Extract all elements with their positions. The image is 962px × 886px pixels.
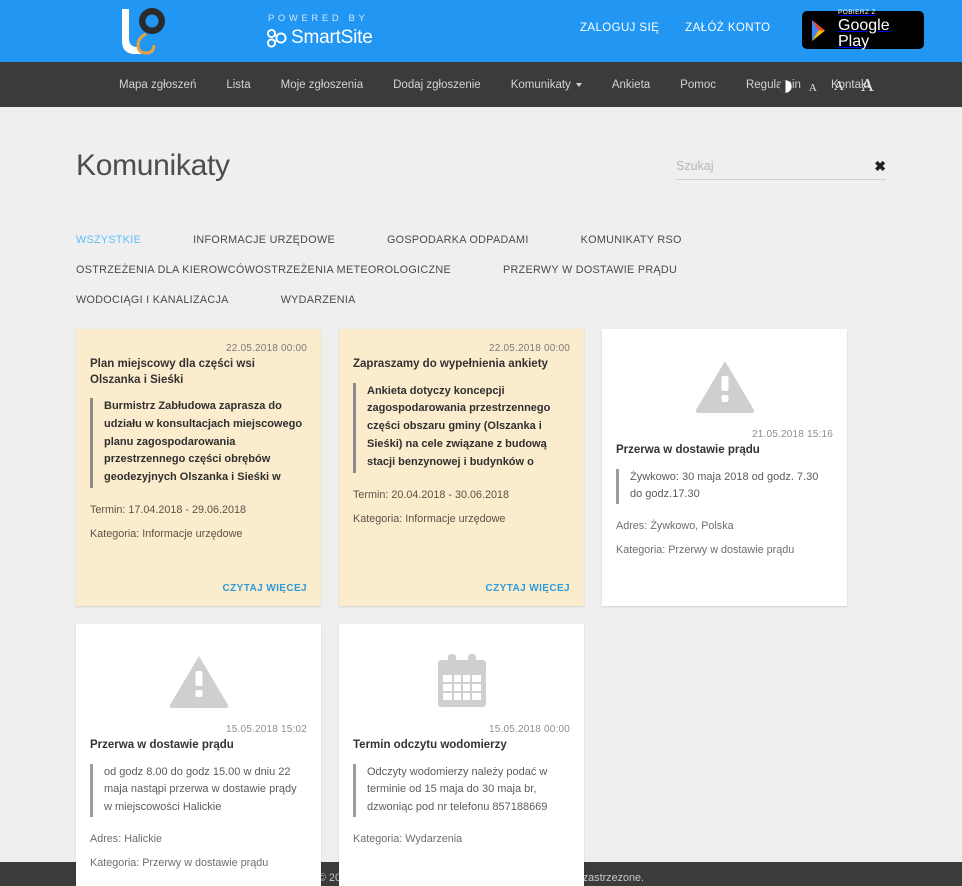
nav-add-report[interactable]: Dodaj zgłoszenie	[378, 79, 496, 91]
powered-by-label: POWERED BY	[268, 13, 369, 24]
filter-tab-ostrzezenia-meteorologiczne[interactable]: OSTRZEŻENIA METEOROLOGICZNE	[255, 255, 451, 285]
font-size-large-button[interactable]: A	[861, 76, 874, 94]
warning-icon	[695, 361, 754, 413]
brand-area[interactable]: POWERED BY SmartSite	[112, 5, 373, 57]
search-input[interactable]	[676, 159, 869, 173]
filter-tab-informacje-urzedowe[interactable]: INFORMACJE URZĘDOWE	[193, 225, 335, 255]
card-category: Kategoria: Informacje urzędowe	[353, 512, 506, 525]
nav-map[interactable]: Mapa zgłoszeń	[104, 79, 211, 91]
card-icon-wrap	[353, 638, 570, 724]
warning-icon	[169, 656, 228, 708]
card-category: Kategoria: Informacje urzędowe	[90, 528, 243, 541]
register-link[interactable]: ZAŁÓŻ KONTO	[685, 22, 770, 34]
nav-list[interactable]: Lista	[211, 79, 265, 91]
card-icon-wrap	[616, 343, 833, 429]
card-excerpt: Odczyty wodomierzy należy podać w termin…	[353, 763, 570, 817]
nav-survey-label: Ankieta	[611, 78, 651, 91]
card-title: Plan miejscowy dla części wsi Olszanka i…	[90, 358, 255, 386]
card-date: 22.05.2018 00:00	[488, 343, 570, 354]
font-size-medium-button[interactable]: A	[834, 79, 844, 94]
card-excerpt: Żywkowo: 30 maja 2018 od godz. 7.30 do g…	[616, 468, 833, 505]
smartsite-icon	[266, 28, 287, 48]
card-address: Adres: Halickie	[90, 832, 163, 845]
card-category: Kategoria: Przerwy w dostawie prądu	[90, 857, 269, 870]
card-term: Termin: 17.04.2018 - 29.06.2018	[90, 504, 247, 517]
card-date: 22.05.2018 00:00	[225, 343, 307, 354]
card-address: Adres: Żywkowo, Polska	[616, 520, 734, 533]
content-container: Komunikaty ✖ WSZYSTKIE INFORMACJE URZĘDO…	[76, 107, 886, 886]
read-more-link[interactable]: CZYTAJ WIĘCEJ	[353, 583, 570, 594]
card-excerpt: od godz 8.00 do godz 15.00 w dniu 22 maj…	[90, 763, 307, 817]
clear-search-button[interactable]: ✖	[868, 159, 886, 173]
chevron-down-icon	[575, 82, 582, 87]
card-category: Kategoria: Przerwy w dostawie prądu	[616, 544, 795, 557]
nav-map-label: Mapa zgłoszeń	[119, 78, 197, 91]
nav-my-reports[interactable]: Moje zgłoszenia	[266, 79, 378, 91]
search-bar: ✖	[676, 159, 886, 180]
card-date: 15.05.2018 15:02	[225, 724, 307, 735]
contrast-icon[interactable]	[779, 79, 792, 93]
announcement-card[interactable]: 15.05.2018 00:00 Termin odczytu wodomier…	[339, 624, 584, 886]
google-play-badge[interactable]: POBIERZ Z Google Play	[802, 9, 924, 50]
category-filter-tabs: WSZYSTKIE INFORMACJE URZĘDOWE GOSPODARKA…	[76, 225, 886, 315]
card-icon-wrap	[90, 638, 307, 724]
read-more-link[interactable]: CZYTAJ WIĘCEJ	[90, 583, 307, 594]
announcement-card[interactable]: 22.05.2018 00:00 Plan miejscowy dla częś…	[76, 329, 321, 606]
card-excerpt: Burmistrz Zabłudowa zaprasza do udziału …	[90, 398, 307, 489]
announcement-card[interactable]: 21.05.2018 15:16 Przerwa w dostawie prąd…	[602, 329, 847, 606]
nav-my-reports-label: Moje zgłoszenia	[280, 78, 364, 91]
nav-announcements[interactable]: Komunikaty	[496, 79, 597, 91]
nav-list-label: Lista	[226, 78, 251, 91]
nav-help-label: Pomoc	[680, 78, 716, 91]
accessibility-controls: A A A	[779, 76, 874, 94]
nav-survey[interactable]: Ankieta	[597, 79, 665, 91]
nav-announcements-label: Komunikaty	[510, 78, 571, 91]
nav-items: Mapa zgłoszeń Lista Moje zgłoszenia Doda…	[104, 79, 885, 91]
card-excerpt: Ankieta dotyczy koncepcji zagospodarowan…	[353, 382, 570, 473]
nav-add-report-label: Dodaj zgłoszenie	[393, 78, 481, 91]
filter-tab-wodociagi-i-kanalizacja[interactable]: WODOCIĄGI I KANALIZACJA	[76, 285, 229, 315]
filter-tab-gospodarka-odpadami[interactable]: GOSPODARKA ODPADAMI	[387, 225, 529, 255]
announcement-card-grid: 22.05.2018 00:00 Plan miejscowy dla częś…	[76, 329, 886, 886]
filter-tab-komunikaty-rso[interactable]: KOMUNIKATY RSO	[581, 225, 682, 255]
nav-help[interactable]: Pomoc	[665, 79, 731, 91]
login-link[interactable]: ZALOGUJ SIĘ	[580, 22, 659, 34]
google-play-small-label: POBIERZ Z	[838, 9, 876, 17]
card-term: Termin: 20.04.2018 - 30.06.2018	[353, 488, 510, 501]
announcement-card[interactable]: 22.05.2018 00:00 Zapraszamy do wypełnien…	[339, 329, 584, 606]
lupe-logo-icon	[122, 8, 165, 55]
card-title: Zapraszamy do wypełnienia ankiety	[353, 358, 548, 370]
filter-tab-wydarzenia[interactable]: WYDARZENIA	[281, 285, 356, 315]
card-title: Przerwa w dostawie prądu	[616, 444, 760, 456]
google-play-icon	[812, 19, 825, 41]
font-size-small-button[interactable]: A	[809, 82, 817, 94]
page-body: Komunikaty ✖ WSZYSTKIE INFORMACJE URZĘDO…	[0, 107, 962, 886]
google-play-label: Google Play	[838, 16, 890, 50]
card-title: Termin odczytu wodomierzy	[353, 739, 507, 751]
filter-tab-ostrzezenia-dla-kierowcow[interactable]: OSTRZEŻENIA DLA KIEROWCÓW	[76, 255, 255, 285]
top-header-bar: POWERED BY SmartSite ZALOGUJ SIĘ ZAŁÓŻ K…	[0, 0, 962, 62]
filter-tab-przerwy-w-dostawie-pradu[interactable]: PRZERWY W DOSTAWIE PRĄDU	[503, 255, 677, 285]
card-title: Przerwa w dostawie prądu	[90, 739, 234, 751]
smartsite-wordmark: SmartSite	[291, 27, 373, 48]
announcement-card[interactable]: 15.05.2018 15:02 Przerwa w dostawie prąd…	[76, 624, 321, 886]
card-date: 21.05.2018 15:16	[751, 429, 833, 440]
main-navbar: Mapa zgłoszeń Lista Moje zgłoszenia Doda…	[0, 62, 962, 107]
card-category: Kategoria: Wydarzenia	[353, 832, 463, 845]
calendar-icon	[437, 654, 486, 707]
card-date: 15.05.2018 00:00	[488, 724, 570, 735]
top-links: ZALOGUJ SIĘ ZAŁÓŻ KONTO	[580, 22, 771, 34]
filter-tab-wszystkie[interactable]: WSZYSTKIE	[76, 225, 141, 255]
